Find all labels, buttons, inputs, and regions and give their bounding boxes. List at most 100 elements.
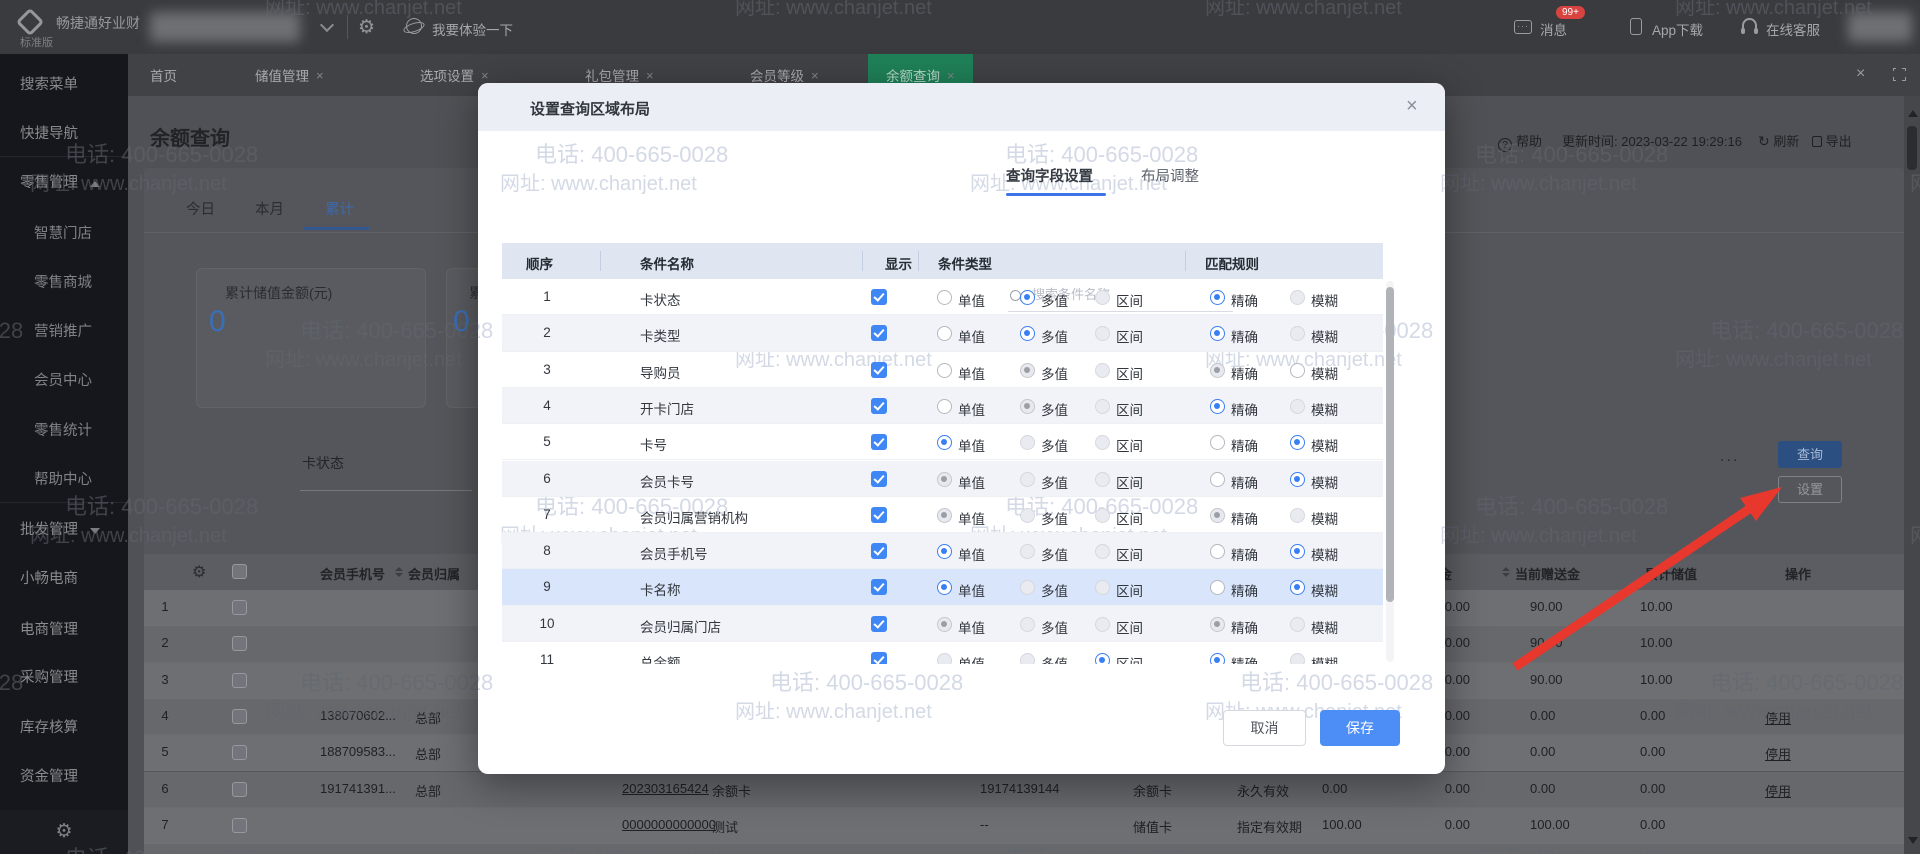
radio-exact[interactable] <box>1210 290 1225 305</box>
radio-exact[interactable] <box>1210 580 1225 595</box>
show-checkbox[interactable] <box>871 652 887 664</box>
export-link[interactable]: 导出 <box>1812 131 1852 150</box>
row-checkbox[interactable] <box>232 745 247 760</box>
fullscreen-icon[interactable] <box>1893 68 1906 81</box>
messages-link[interactable]: 消息 <box>1540 19 1567 39</box>
app-download-link[interactable]: App下载 <box>1652 19 1703 39</box>
radio-exact-label[interactable]: 精确 <box>1231 399 1258 419</box>
cell-op[interactable]: 停用 <box>1765 708 1791 727</box>
cell-op[interactable]: 停用 <box>1765 781 1791 800</box>
radio-single-label[interactable]: 单值 <box>958 617 985 637</box>
show-checkbox[interactable] <box>871 289 887 305</box>
radio-exact-label[interactable]: 精确 <box>1231 326 1258 346</box>
sort-icon[interactable] <box>395 567 403 577</box>
sidebar-item-5[interactable]: 营销推广 <box>34 320 92 341</box>
cancel-button[interactable]: 取消 <box>1223 710 1306 746</box>
sidebar-item-6[interactable]: 会员中心 <box>34 369 92 390</box>
radio-exact[interactable] <box>1210 435 1225 450</box>
row-checkbox[interactable] <box>232 818 247 833</box>
sidebar-item-14[interactable]: 资金管理 <box>20 765 78 786</box>
radio-exact-label[interactable]: 精确 <box>1231 544 1258 564</box>
radio-single[interactable] <box>937 290 952 305</box>
radio-single[interactable] <box>937 580 952 595</box>
radio-single[interactable] <box>937 472 952 487</box>
radio-multi-label[interactable]: 多值 <box>1041 290 1068 310</box>
sidebar-item-4[interactable]: 零售商城 <box>34 271 92 292</box>
radio-fuzzy-label[interactable]: 模糊 <box>1311 544 1338 564</box>
row-checkbox[interactable] <box>232 600 247 615</box>
cell-card[interactable]: 0000000000000 <box>622 817 716 832</box>
radio-exact[interactable] <box>1210 326 1225 341</box>
scrollbar-thumb[interactable] <box>1907 126 1917 170</box>
radio-exact[interactable] <box>1210 617 1225 632</box>
refresh-link[interactable]: ↻ 刷新 <box>1758 131 1799 150</box>
radio-exact-label[interactable]: 精确 <box>1231 508 1258 528</box>
radio-exact[interactable] <box>1210 399 1225 414</box>
scroll-up-icon[interactable] <box>1908 110 1918 117</box>
help-link[interactable]: ?帮助 <box>1498 131 1542 152</box>
radio-multi[interactable] <box>1020 290 1035 305</box>
column-settings-gear-icon[interactable]: ⚙ <box>192 562 206 582</box>
radio-single-label[interactable]: 单值 <box>958 580 985 600</box>
sidebar-item-9[interactable]: 批发管理 <box>20 518 100 539</box>
radio-single[interactable] <box>937 508 952 523</box>
show-checkbox[interactable] <box>871 471 887 487</box>
radio-multi-label[interactable]: 多值 <box>1041 363 1068 383</box>
radio-single-label[interactable]: 单值 <box>958 363 985 383</box>
message-icon[interactable]: ··· <box>1514 20 1532 34</box>
radio-single-label[interactable]: 单值 <box>958 435 985 455</box>
radio-exact[interactable] <box>1210 472 1225 487</box>
show-checkbox[interactable] <box>871 325 887 341</box>
row-checkbox[interactable] <box>232 709 247 724</box>
radio-fuzzy[interactable] <box>1290 544 1305 559</box>
sidebar-item-12[interactable]: 采购管理 <box>20 666 78 687</box>
close-icon[interactable]: × <box>1406 95 1418 118</box>
radio-exact-label[interactable]: 精确 <box>1231 653 1258 664</box>
radio-exact-label[interactable]: 精确 <box>1231 435 1258 455</box>
dialog-scrollbar[interactable] <box>1386 281 1394 662</box>
radio-single[interactable] <box>937 399 952 414</box>
select-all-checkbox[interactable] <box>232 564 247 579</box>
row-checkbox[interactable] <box>232 673 247 688</box>
cell-op[interactable]: 停用 <box>1765 744 1791 763</box>
radio-single[interactable] <box>937 544 952 559</box>
row-checkbox[interactable] <box>232 636 247 651</box>
radio-exact[interactable] <box>1210 544 1225 559</box>
tab-close-icon[interactable]: × <box>947 68 955 83</box>
tab-0[interactable]: 首页 <box>150 54 177 96</box>
radio-range[interactable] <box>1095 653 1110 664</box>
experience-link[interactable]: 我要体验一下 <box>432 19 513 39</box>
sidebar-item-11[interactable]: 电商管理 <box>20 618 78 639</box>
radio-exact-label[interactable]: 精确 <box>1231 290 1258 310</box>
radio-fuzzy[interactable] <box>1290 435 1305 450</box>
radio-fuzzy-label[interactable]: 模糊 <box>1311 472 1338 492</box>
radio-multi[interactable] <box>1020 326 1035 341</box>
row-checkbox[interactable] <box>232 782 247 797</box>
radio-single[interactable] <box>937 617 952 632</box>
show-checkbox[interactable] <box>871 507 887 523</box>
radio-single-label[interactable]: 单值 <box>958 399 985 419</box>
cell-card[interactable]: 202303165424 <box>622 781 709 796</box>
period-tab-month[interactable]: 本月 <box>255 198 284 219</box>
radio-multi[interactable] <box>1020 363 1035 378</box>
sidebar-item-3[interactable]: 智慧门店 <box>34 222 92 243</box>
show-checkbox[interactable] <box>871 434 887 450</box>
radio-exact-label[interactable]: 精确 <box>1231 472 1258 492</box>
radio-multi-label[interactable]: 多值 <box>1041 326 1068 346</box>
sidebar-item-8[interactable]: 帮助中心 <box>34 468 92 489</box>
expand-arrow-icon[interactable] <box>90 528 100 534</box>
radio-single[interactable] <box>937 326 952 341</box>
scrollbar-thumb[interactable] <box>1386 287 1394 602</box>
tab-layout-adjust[interactable]: 布局调整 <box>1141 165 1199 186</box>
show-checkbox[interactable] <box>871 579 887 595</box>
close-window-icon[interactable]: × <box>1856 65 1865 83</box>
radio-single-label[interactable]: 单值 <box>958 544 985 564</box>
period-tab-total[interactable]: 累计 <box>325 198 354 219</box>
radio-exact[interactable] <box>1210 653 1225 664</box>
tab-1[interactable]: 储值管理× <box>255 54 324 96</box>
radio-single[interactable] <box>937 363 952 378</box>
online-service-link[interactable]: 在线客服 <box>1766 19 1820 39</box>
radio-single-label[interactable]: 单值 <box>958 326 985 346</box>
sidebar-settings-gear-icon[interactable]: ⚙ <box>0 810 128 854</box>
sidebar-item-0[interactable]: 搜索菜单 <box>20 73 78 94</box>
